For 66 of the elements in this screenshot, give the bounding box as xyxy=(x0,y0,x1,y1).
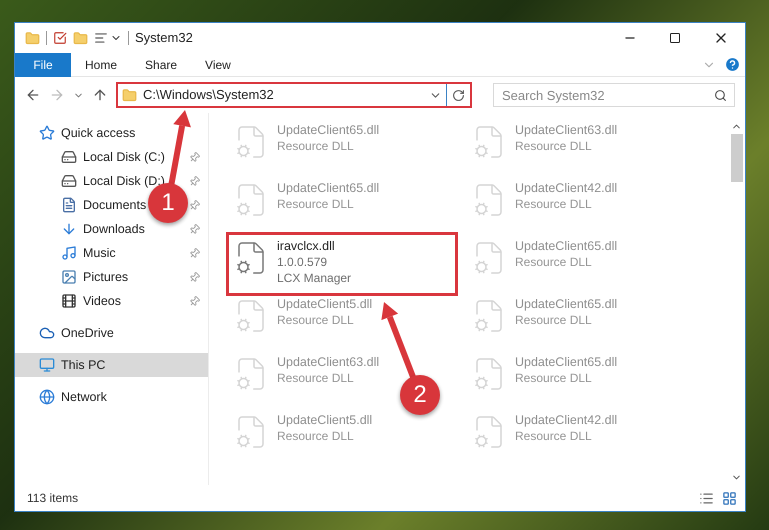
sidebar-item[interactable]: Videos xyxy=(15,289,123,313)
scrollbar-thumb[interactable] xyxy=(730,134,742,182)
item-count: 113 items xyxy=(27,490,80,507)
network-icon xyxy=(39,389,55,405)
file-name: iravclcx.dll xyxy=(277,238,336,254)
refresh-icon[interactable] xyxy=(452,88,465,102)
document-icon xyxy=(61,197,77,213)
back-icon[interactable] xyxy=(25,87,41,103)
maximize-icon[interactable] xyxy=(669,32,681,44)
file-detail: Resource DLL xyxy=(515,312,593,328)
sidebar-item[interactable]: Quick access xyxy=(15,121,138,145)
file-detail: Resource DLL xyxy=(277,138,355,154)
file-name: UpdateClient42.dll xyxy=(515,180,618,196)
ribbon-tab[interactable]: Home xyxy=(71,52,132,76)
window-title: System32 xyxy=(135,29,193,48)
file-detail: Resource DLL xyxy=(277,428,355,444)
file-name: UpdateClient63.dll xyxy=(277,354,380,370)
sidebar-item[interactable]: Documents xyxy=(15,193,148,217)
file-detail: LCX Manager xyxy=(277,270,352,286)
details-view-icon[interactable] xyxy=(699,490,714,506)
sidebar-item[interactable]: Downloads xyxy=(15,217,147,241)
file-detail: Resource DLL xyxy=(277,370,355,386)
file-name: UpdateClient63.dll xyxy=(515,122,618,138)
up-icon[interactable] xyxy=(92,87,108,103)
properties-icon[interactable] xyxy=(53,31,67,45)
file-detail: 1.0.0.579 xyxy=(277,254,328,270)
file-name: UpdateClient65.dll xyxy=(515,238,618,254)
sidebar-item[interactable]: This PC xyxy=(15,353,208,377)
sidebar-item[interactable]: OneDrive xyxy=(15,321,116,345)
address-path: C:\Windows\System32 xyxy=(143,86,275,104)
file-detail: Resource DLL xyxy=(277,312,355,328)
file-name: UpdateClient65.dll xyxy=(277,122,380,138)
music-note-icon xyxy=(61,245,77,261)
file-detail: Resource DLL xyxy=(515,370,593,386)
help-icon[interactable] xyxy=(724,56,741,73)
file-detail: Resource DLL xyxy=(515,428,593,444)
large-icons-view-icon[interactable] xyxy=(722,490,737,506)
folder-icon xyxy=(122,88,137,102)
file-name: UpdateClient5.dll xyxy=(277,296,372,312)
ribbon-tab[interactable]: View xyxy=(191,52,245,76)
cloud-icon xyxy=(39,325,55,341)
file-detail: Resource DLL xyxy=(515,138,593,154)
file-tab[interactable]: File xyxy=(15,52,71,76)
monitor-icon xyxy=(39,357,55,373)
drive-icon xyxy=(61,149,77,165)
sidebar-item[interactable]: Local Disk (C:) xyxy=(15,145,167,169)
file-name: UpdateClient5.dll xyxy=(277,412,372,428)
file-detail: Resource DLL xyxy=(515,196,593,212)
ribbon-tab[interactable]: Share xyxy=(131,52,192,76)
drive-icon xyxy=(61,173,77,189)
sidebar-item[interactable]: Network xyxy=(15,385,109,409)
search-field[interactable]: Search System32 xyxy=(493,83,735,107)
star-icon xyxy=(39,125,55,141)
picture-icon xyxy=(61,269,77,285)
sidebar-item[interactable]: Music xyxy=(15,241,118,265)
file-name: UpdateClient65.dll xyxy=(515,354,618,370)
address-field[interactable]: C:\Windows\System32 xyxy=(116,82,472,108)
sidebar-item[interactable]: Pictures xyxy=(15,265,130,289)
file-detail: Resource DLL xyxy=(515,254,593,270)
customize-toolbar-icon[interactable] xyxy=(94,31,108,45)
search-icon[interactable] xyxy=(714,89,727,102)
file-name: UpdateClient65.dll xyxy=(515,296,618,312)
film-icon xyxy=(61,293,77,309)
file-name: UpdateClient42.dll xyxy=(515,412,618,428)
file-detail: Resource DLL xyxy=(277,196,355,212)
file-name: UpdateClient65.dll xyxy=(277,180,380,196)
